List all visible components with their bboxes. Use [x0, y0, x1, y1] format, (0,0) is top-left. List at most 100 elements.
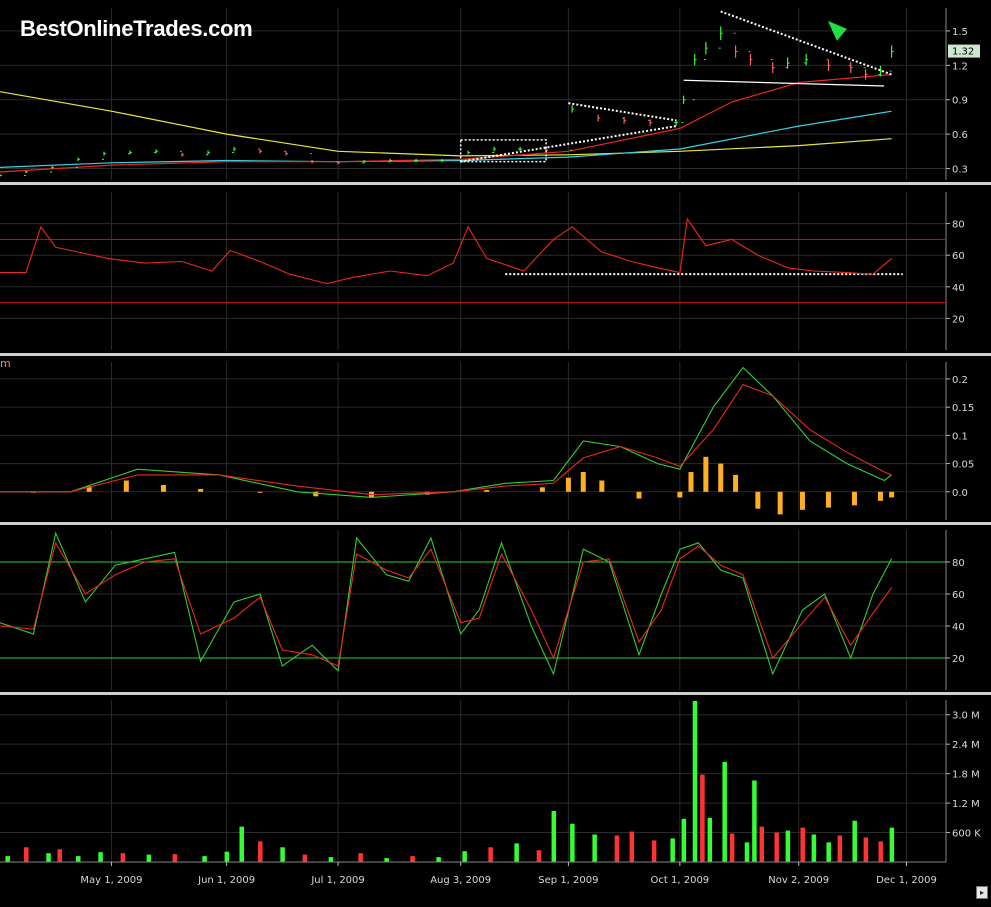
volume-bar	[328, 857, 334, 862]
macd-histogram-bar	[799, 491, 805, 510]
stoch-tick-label: 60	[952, 590, 965, 601]
volume-tick-label: 1.2 M	[952, 799, 980, 810]
x-tick-label: Jun 1, 2009	[197, 875, 255, 886]
x-tick-label: Aug 3, 2009	[430, 875, 491, 886]
volume-bar	[570, 823, 575, 862]
volume-bar	[826, 842, 831, 862]
volume-bar	[700, 774, 705, 862]
volume-bar	[729, 833, 735, 862]
last-price-label: 1.32	[952, 47, 974, 58]
macd-histogram-bar	[755, 491, 761, 509]
macd-histogram-bar	[851, 491, 857, 506]
macd-histogram-bar	[565, 477, 571, 492]
rsi-tick-label: 80	[952, 220, 965, 231]
volume-bar	[707, 817, 713, 862]
stock-chart: 0.3 0.6 0.9 1.2 1.5 1.32 20 40 60 80 0.0 0.05 0.1 0.1…	[0, 8, 991, 886]
stoch-tick-label: 40	[952, 622, 965, 633]
macd-tick-label: 0.0	[952, 488, 968, 499]
x-tick-label: Sep 1, 2009	[538, 875, 598, 886]
panel-divider	[0, 353, 991, 356]
volume-bar	[5, 856, 10, 862]
macd-histogram-bar	[733, 474, 739, 492]
macd-histogram-bar	[198, 488, 204, 492]
macd-histogram-bar	[580, 472, 586, 492]
volume-bar	[57, 849, 62, 862]
macd-histogram-bar	[123, 480, 129, 492]
macd-histogram-bar	[677, 491, 683, 498]
moving-average-line	[0, 91, 892, 157]
macd-histogram-bar	[877, 491, 883, 501]
macd-tick-label: 0.15	[952, 403, 974, 414]
volume-bar	[889, 827, 895, 862]
macd-histogram-bar	[703, 456, 709, 492]
macd-line	[0, 366, 892, 498]
volume-tick-label: 3.0 M	[952, 711, 980, 722]
panel-divider	[0, 182, 991, 185]
volume-bar	[239, 826, 244, 862]
volume-bar	[878, 841, 883, 862]
macd-line	[0, 383, 892, 496]
stoch-tick-label: 20	[952, 654, 965, 665]
volume-bar	[744, 842, 750, 862]
macd-histogram-bar	[889, 491, 895, 498]
volume-bar	[258, 841, 263, 862]
moving-average-line	[0, 110, 892, 168]
volume-tick-label: 2.4 M	[952, 740, 980, 751]
panel-divider	[0, 522, 991, 525]
macd-histogram-bar	[718, 463, 724, 492]
volume-bar	[172, 854, 178, 862]
rsi-tick-label: 20	[952, 314, 965, 325]
rsi-tick-label: 60	[952, 251, 965, 262]
volume-bar	[629, 831, 635, 862]
scroll-right-button[interactable]: ▸	[976, 886, 988, 899]
volume-bar	[120, 853, 126, 862]
volume-bar	[800, 827, 805, 862]
volume-bar	[302, 854, 308, 862]
x-tick-label: Jul 1, 2009	[310, 875, 364, 886]
volume-tick-label: 1.8 M	[952, 770, 980, 781]
macd-histogram-bar	[539, 487, 545, 492]
volume-bar	[46, 853, 51, 862]
volume-tick-label: 600 K	[952, 829, 981, 840]
volume-bar	[536, 850, 542, 862]
volume-bar	[681, 818, 687, 862]
volume-bar	[280, 847, 285, 862]
volume-bar	[224, 851, 230, 862]
volume-bar	[98, 852, 103, 862]
macd-histogram-bar	[825, 491, 831, 508]
volume-bar	[722, 761, 727, 862]
stochastic-line	[0, 531, 893, 676]
macd-histogram-bar	[688, 472, 694, 492]
volume-bar	[863, 837, 869, 862]
macd-histogram-bar	[484, 490, 490, 492]
panel-divider	[0, 692, 991, 695]
volume-bar	[76, 856, 81, 862]
volume-bar	[670, 838, 675, 862]
volume-bar	[514, 843, 519, 862]
macd-histogram-bar	[257, 491, 263, 493]
price-tick-label: 0.9	[952, 96, 968, 107]
x-tick-label: Nov 2, 2009	[768, 875, 829, 886]
macd-panel-label: m	[0, 357, 11, 370]
site-logo: BestOnlineTrades.com	[20, 16, 253, 41]
volume-bar	[651, 840, 657, 862]
macd-histogram-bar	[160, 485, 166, 492]
volume-bar	[551, 810, 557, 862]
x-tick-label: Oct 1, 2009	[651, 875, 710, 886]
volume-bar	[811, 834, 817, 862]
volume-bar	[852, 820, 857, 862]
chart-stage: 0.3 0.6 0.9 1.2 1.5 1.32 20 40 60 80 0.0 0.05 0.1 0.1…	[0, 0, 991, 903]
macd-tick-label: 0.05	[952, 460, 974, 471]
volume-bar	[785, 830, 791, 862]
volume-bar	[24, 847, 29, 862]
macd-histogram-bar	[313, 491, 319, 497]
macd-histogram-bar	[777, 491, 783, 515]
trendline	[683, 79, 885, 87]
macd-histogram-bar	[636, 491, 642, 499]
macd-histogram-bar	[599, 480, 605, 492]
volume-bar	[202, 856, 207, 862]
volume-bar	[358, 853, 363, 862]
macd-tick-label: 0.1	[952, 431, 968, 442]
x-tick-label: Dec 1, 2009	[876, 875, 937, 886]
rsi-tick-label: 40	[952, 283, 965, 294]
